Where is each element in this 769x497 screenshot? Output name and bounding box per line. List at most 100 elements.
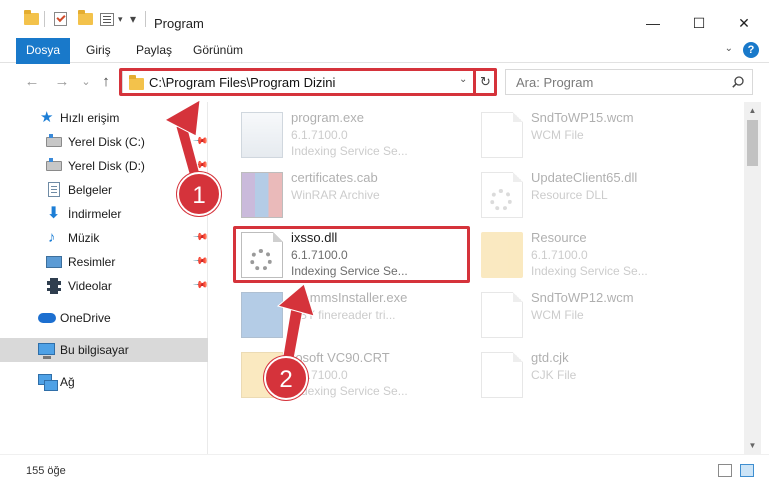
- ribbon: Dosya Giriş Paylaş Görünüm ⌄ ?: [0, 38, 769, 94]
- file-type: BBY finereader tri...: [291, 308, 396, 322]
- recent-locations-button[interactable]: ⌄: [76, 72, 96, 92]
- sidebar-item-onedrive[interactable]: OneDrive: [0, 306, 208, 330]
- sidebar-item-label: Yerel Disk (C:): [68, 135, 145, 149]
- search-icon: [732, 76, 744, 88]
- search-input[interactable]: Ara: Program: [516, 75, 593, 90]
- file-item[interactable]: grammsInstaller.exe BBY finereader tri..…: [241, 286, 481, 342]
- file-name: certificates.cab: [291, 170, 378, 185]
- sidebar-item-this-pc[interactable]: Bu bilgisayar: [0, 338, 208, 362]
- file-type: WCM File: [531, 308, 584, 322]
- search-box[interactable]: Ara: Program: [505, 69, 753, 95]
- file-item[interactable]: program.exe 6.1.7100.0 Indexing Service …: [241, 106, 481, 162]
- sidebar-item-local-disk-c[interactable]: Yerel Disk (C:) 📌: [0, 130, 209, 154]
- back-button[interactable]: ←: [22, 72, 42, 92]
- forward-button[interactable]: →: [52, 72, 72, 92]
- video-icon: [47, 278, 61, 294]
- sidebar-item-label: Yerel Disk (D:): [68, 159, 145, 173]
- file-type: WinRAR Archive: [291, 188, 380, 202]
- installer-icon: [241, 292, 283, 338]
- file-item[interactable]: SndToWP12.wcm WCM File: [481, 286, 721, 342]
- pin-icon[interactable]: 📌: [192, 133, 209, 150]
- title-bar: ▾ ▾ Program — ☐ ✕: [0, 0, 769, 38]
- pin-icon[interactable]: 📌: [192, 253, 209, 270]
- scroll-up-icon[interactable]: ▲: [744, 102, 761, 119]
- help-icon[interactable]: ?: [743, 42, 759, 58]
- file-icon: [481, 292, 523, 338]
- drive-icon: [46, 158, 62, 171]
- file-icon: [481, 112, 523, 158]
- sidebar-item-label: Belgeler: [68, 183, 113, 197]
- scroll-down-icon[interactable]: ▼: [744, 437, 761, 454]
- quick-access-dropdown-icon[interactable]: ▾: [118, 10, 123, 28]
- expand-ribbon-icon[interactable]: ⌄: [725, 43, 733, 54]
- pin-icon[interactable]: 📌: [192, 229, 209, 246]
- music-icon: ♪: [48, 229, 56, 246]
- minimize-button[interactable]: —: [630, 10, 676, 36]
- file-name: SndToWP12.wcm: [531, 290, 634, 305]
- file-name: grammsInstaller.exe: [291, 290, 408, 305]
- sidebar-item-downloads[interactable]: ⬇ İndirmeler 📌: [0, 202, 209, 226]
- document-icon: [48, 182, 60, 197]
- sidebar-item-label: İndirmeler: [68, 207, 122, 221]
- file-item[interactable]: Resource 6.1.7100.0 Indexing Service Se.…: [481, 226, 721, 282]
- vertical-scrollbar[interactable]: ▲ ▼: [744, 102, 761, 454]
- file-name: SndToWP15.wcm: [531, 110, 634, 125]
- file-item[interactable]: certificates.cab WinRAR Archive: [241, 166, 481, 222]
- file-name: program.exe: [291, 110, 364, 125]
- file-type: CJK File: [531, 368, 577, 382]
- sidebar-item-label: Bu bilgisayar: [60, 343, 129, 357]
- customize-toolbar-icon[interactable]: ▾: [130, 10, 136, 28]
- pin-icon[interactable]: 📌: [192, 277, 209, 294]
- folder-icon: [481, 232, 523, 278]
- separator: [44, 10, 45, 28]
- folder-icon: [24, 10, 39, 28]
- up-button[interactable]: ↑: [96, 72, 116, 92]
- properties-icon[interactable]: [100, 10, 114, 28]
- cloud-icon: [38, 313, 56, 323]
- file-type: WCM File: [531, 128, 584, 142]
- archive-icon: [241, 172, 283, 218]
- file-item[interactable]: UpdateClient65.dll Resource DLL: [481, 166, 721, 222]
- sidebar-item-videos[interactable]: Videolar 📌: [0, 274, 209, 298]
- tab-share[interactable]: Paylaş: [136, 38, 172, 63]
- sidebar-item-label: Videolar: [68, 279, 112, 293]
- network-icon: [38, 374, 58, 391]
- status-bar: 155 öğe: [0, 454, 769, 497]
- details-view-icon[interactable]: [718, 464, 732, 477]
- sidebar-item-music[interactable]: ♪ Müzik 📌: [0, 226, 209, 250]
- window-title: Program: [154, 16, 204, 31]
- separator: [145, 10, 146, 28]
- file-name: Resource: [531, 230, 587, 245]
- file-item[interactable]: SndToWP15.wcm WCM File: [481, 106, 721, 162]
- file-description: Indexing Service Se...: [291, 384, 408, 398]
- sidebar-item-label: Hızlı erişim: [60, 111, 120, 125]
- tab-home[interactable]: Giriş: [86, 38, 111, 63]
- tab-view[interactable]: Görünüm: [193, 38, 243, 63]
- close-button[interactable]: ✕: [721, 10, 767, 36]
- properties-check-icon[interactable]: [54, 10, 67, 28]
- sidebar-item-label: Müzik: [68, 231, 100, 245]
- sidebar-item-pictures[interactable]: Resimler 📌: [0, 250, 209, 274]
- step-badge-2: 2: [264, 356, 308, 400]
- file-item[interactable]: gtd.cjk CJK File: [481, 346, 721, 402]
- sidebar-item-network[interactable]: Ağ: [0, 370, 208, 394]
- new-folder-icon[interactable]: [78, 10, 93, 28]
- scroll-thumb[interactable]: [747, 120, 758, 166]
- file-highlight: [233, 226, 470, 283]
- sidebar-item-label: Ağ: [60, 375, 75, 389]
- large-icons-view-icon[interactable]: [740, 464, 754, 477]
- file-type: Resource DLL: [531, 188, 608, 202]
- file-version: 6.1.7100.0: [291, 128, 348, 142]
- executable-icon: [241, 112, 283, 158]
- dll-icon: [481, 172, 523, 218]
- star-icon: ★: [40, 109, 54, 126]
- drive-icon: [46, 134, 62, 147]
- sidebar-item-local-disk-d[interactable]: Yerel Disk (D:) 📌: [0, 154, 209, 178]
- maximize-button[interactable]: ☐: [676, 10, 722, 36]
- sidebar-item-quick-access[interactable]: ★ Hızlı erişim: [0, 106, 208, 130]
- item-count: 155 öğe: [26, 465, 66, 477]
- sidebar-item-label: OneDrive: [60, 311, 111, 325]
- file-icon: [481, 352, 523, 398]
- step-badge-1: 1: [177, 172, 221, 216]
- file-description: Indexing Service Se...: [291, 144, 408, 158]
